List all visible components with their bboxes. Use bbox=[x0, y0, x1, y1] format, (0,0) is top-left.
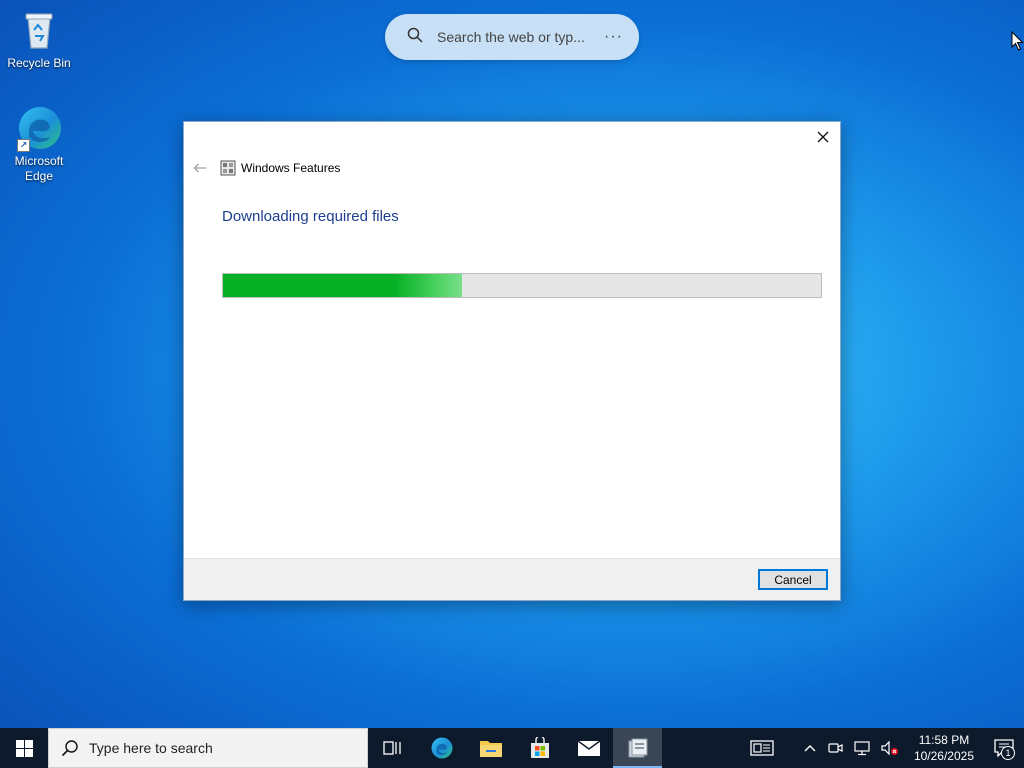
task-view-button[interactable] bbox=[368, 728, 417, 768]
dialog-title: Windows Features bbox=[241, 161, 341, 175]
windows-features-icon bbox=[628, 738, 647, 758]
news-icon bbox=[750, 740, 774, 756]
desktop-icon-label: Recycle Bin bbox=[7, 56, 71, 70]
dialog-footer: Cancel bbox=[184, 558, 840, 600]
system-tray: 11:58 PM 10/26/2025 1 bbox=[738, 728, 1024, 768]
taskbar-search-box[interactable]: Type here to search bbox=[48, 728, 368, 768]
more-options-icon[interactable]: ··· bbox=[604, 28, 623, 46]
recycle-bin-icon bbox=[15, 6, 63, 54]
notification-count-badge: 1 bbox=[1001, 746, 1015, 760]
desktop-icon-label: Microsoft Edge bbox=[14, 154, 64, 183]
file-explorer-icon bbox=[479, 741, 502, 757]
clock-time: 11:58 PM bbox=[918, 733, 970, 747]
taskbar-clock[interactable]: 11:58 PM 10/26/2025 bbox=[904, 732, 984, 764]
taskbar-edge-button[interactable] bbox=[417, 728, 466, 768]
edge-icon: ↗ bbox=[15, 104, 63, 152]
edge-icon bbox=[431, 737, 452, 759]
windows-features-icon bbox=[220, 160, 236, 176]
task-view-icon bbox=[382, 741, 401, 755]
network-button[interactable] bbox=[848, 728, 876, 768]
taskbar-file-explorer-button[interactable] bbox=[466, 728, 515, 768]
taskbar: Type here to search 11:58 PM 10/26/2025 … bbox=[0, 728, 1024, 768]
windows-logo-icon bbox=[15, 739, 33, 757]
back-arrow-icon bbox=[193, 163, 206, 173]
cancel-button[interactable]: Cancel bbox=[758, 569, 828, 590]
web-search-box[interactable]: Search the web or typ... ··· bbox=[385, 14, 639, 60]
shortcut-arrow-icon: ↗ bbox=[17, 139, 30, 152]
microsoft-store-icon bbox=[530, 737, 549, 758]
search-icon bbox=[61, 740, 78, 757]
show-hidden-icons-button[interactable] bbox=[786, 728, 822, 768]
volume-muted-icon bbox=[881, 740, 898, 756]
web-search-placeholder: Search the web or typ... bbox=[437, 29, 585, 45]
mouse-cursor-icon bbox=[1011, 30, 1024, 56]
taskbar-store-button[interactable] bbox=[515, 728, 564, 768]
taskbar-search-placeholder: Type here to search bbox=[89, 740, 213, 756]
desktop-icon-edge[interactable]: ↗ Microsoft Edge bbox=[1, 104, 77, 184]
action-center-button[interactable]: 1 bbox=[984, 728, 1024, 768]
news-widget-button[interactable] bbox=[738, 728, 786, 768]
close-icon bbox=[817, 131, 829, 143]
volume-button[interactable] bbox=[876, 728, 904, 768]
close-button[interactable] bbox=[812, 126, 834, 148]
search-icon bbox=[407, 27, 423, 48]
network-icon bbox=[854, 741, 870, 756]
meet-now-icon bbox=[828, 743, 843, 753]
download-progress-bar bbox=[222, 273, 822, 298]
taskbar-windows-features-button[interactable] bbox=[613, 728, 662, 768]
clock-date: 10/26/2025 bbox=[913, 749, 974, 763]
dialog-title-bar: Windows Features bbox=[192, 158, 340, 178]
status-heading: Downloading required files bbox=[222, 208, 399, 225]
meet-now-button[interactable] bbox=[822, 728, 848, 768]
desktop-icon-recycle-bin[interactable]: Recycle Bin bbox=[1, 6, 77, 71]
chevron-up-icon bbox=[804, 745, 816, 752]
taskbar-mail-button[interactable] bbox=[564, 728, 613, 768]
windows-features-dialog: Windows Features Downloading required fi… bbox=[183, 121, 841, 601]
progress-fill bbox=[223, 274, 463, 297]
start-button[interactable] bbox=[0, 728, 48, 768]
back-button[interactable] bbox=[192, 160, 208, 176]
mail-icon bbox=[577, 740, 600, 756]
